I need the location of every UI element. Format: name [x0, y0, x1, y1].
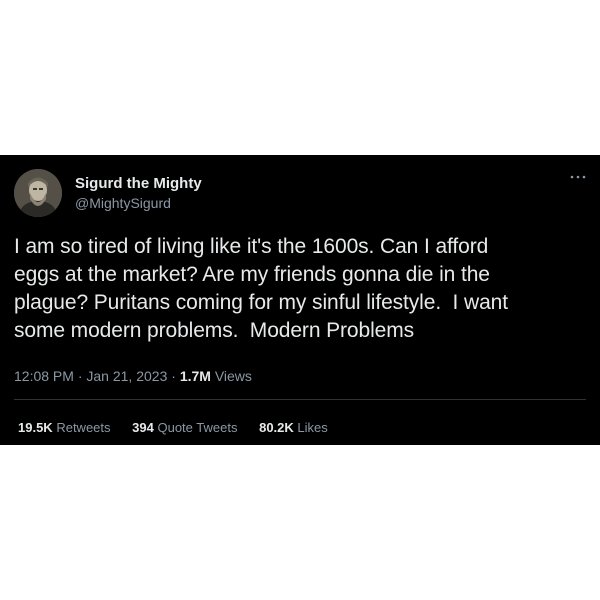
likes-count: 80.2K	[259, 420, 294, 435]
display-name[interactable]: Sigurd the Mighty	[75, 175, 202, 192]
quote-tweets-label: Quote Tweets	[157, 420, 238, 435]
avatar-image-icon	[14, 169, 62, 217]
meta-separator: ·	[77, 368, 83, 384]
more-options-button[interactable]	[566, 169, 590, 185]
likes-label: Likes	[297, 420, 328, 435]
retweets-stat[interactable]: 19.5K Retweets	[18, 420, 111, 435]
tweet-text: I am so tired of living like it's the 16…	[14, 235, 508, 342]
tweet-meta: 12:08 PM · Jan 21, 2023 · 1.7M Views	[14, 368, 252, 384]
retweets-count: 19.5K	[18, 420, 53, 435]
retweets-label: Retweets	[56, 420, 111, 435]
tweet-time[interactable]: 12:08 PM	[14, 368, 74, 384]
avatar[interactable]	[14, 169, 62, 217]
views-label: Views	[214, 368, 252, 384]
views-count: 1.7M	[179, 368, 211, 384]
meta-separator: ·	[171, 368, 176, 384]
tweet-date[interactable]: Jan 21, 2023	[86, 368, 167, 384]
quote-tweets-stat[interactable]: 394 Quote Tweets	[132, 420, 237, 435]
divider	[14, 399, 586, 400]
quote-tweets-count: 394	[132, 420, 154, 435]
engagement-stats: 19.5K Retweets 394 Quote Tweets 80.2K Li…	[18, 420, 346, 435]
tweet-card: Sigurd the Mighty @MightySigurd I am so …	[0, 155, 600, 445]
user-handle[interactable]: @MightySigurd	[75, 195, 171, 211]
more-horizontal-icon	[570, 175, 586, 179]
likes-stat[interactable]: 80.2K Likes	[259, 420, 328, 435]
